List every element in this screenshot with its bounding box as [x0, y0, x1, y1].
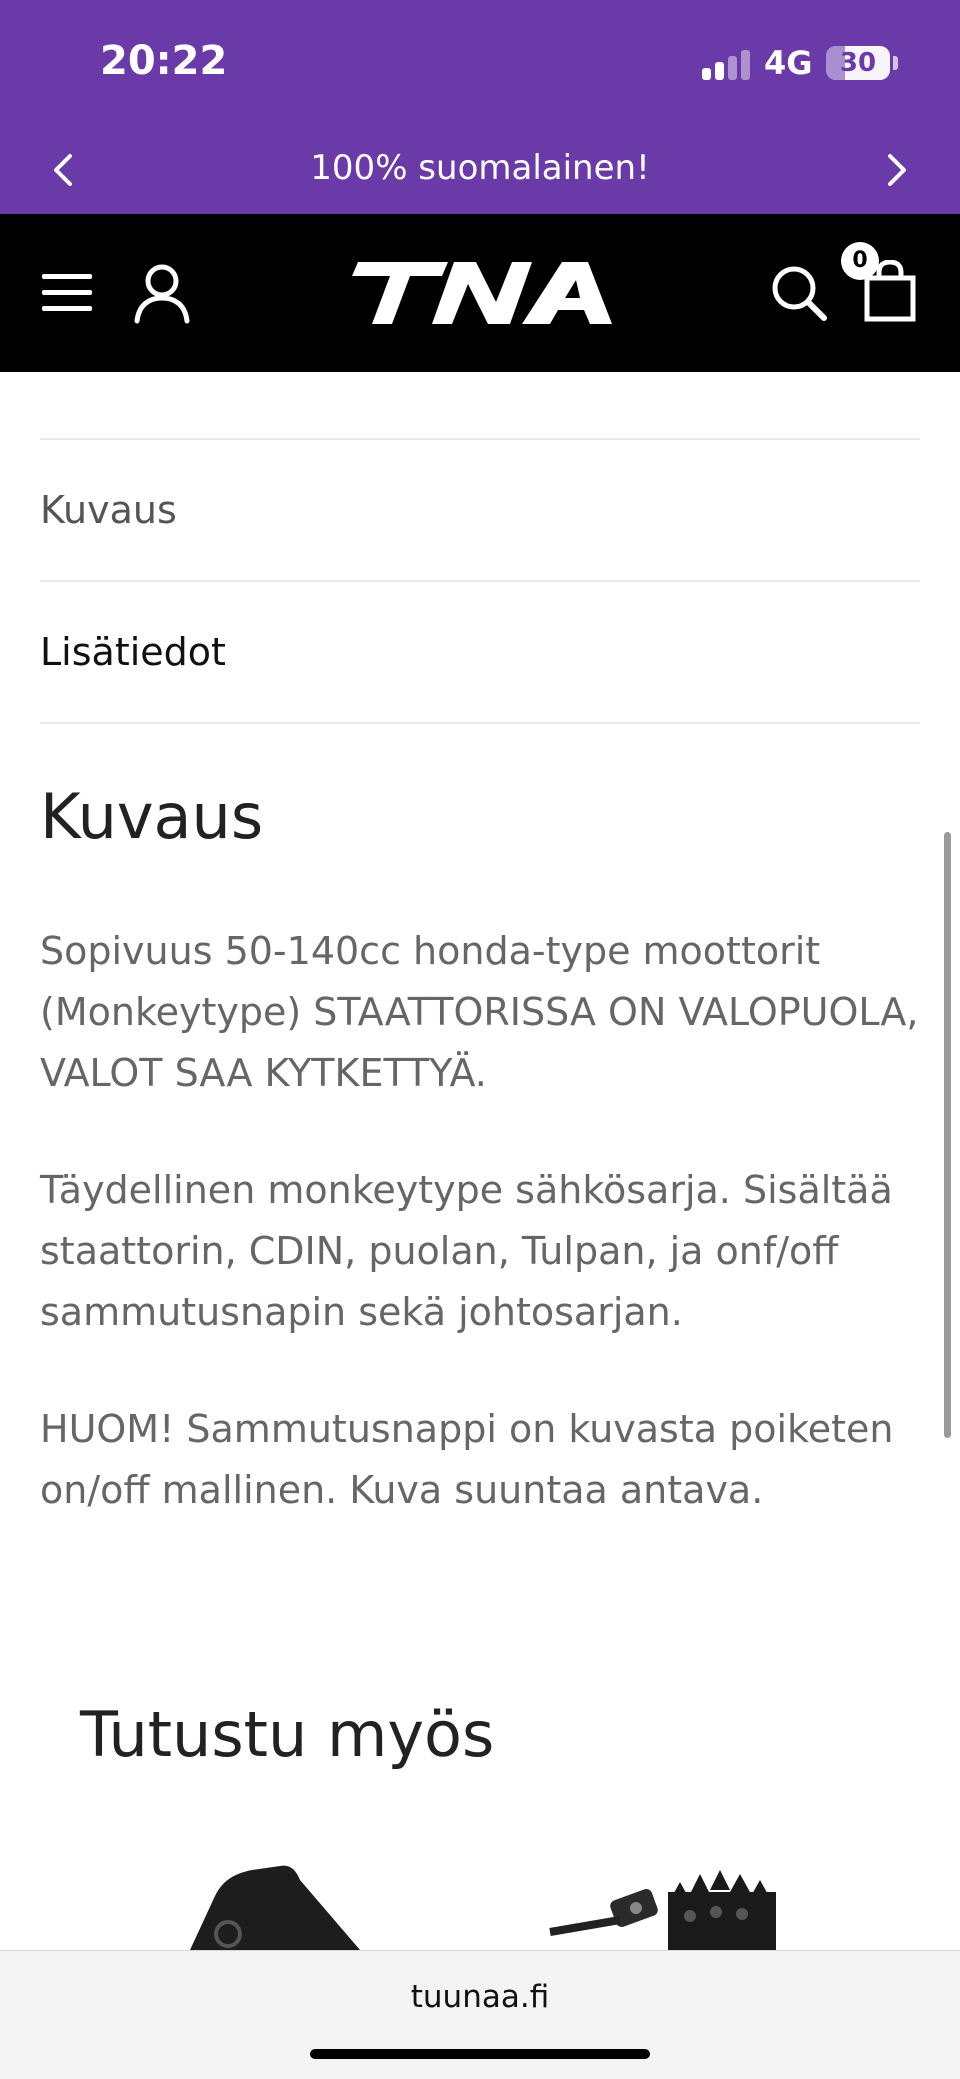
browser-bar: tuunaa.fi [0, 1950, 960, 2079]
related-product-image[interactable] [540, 1860, 800, 1950]
related-product-image[interactable] [160, 1860, 380, 1950]
description-title: Kuvaus [40, 780, 264, 853]
url-field[interactable]: tuunaa.fi [0, 1979, 960, 2015]
promo-text: 100% suomalainen! [310, 148, 650, 188]
scrollbar[interactable] [944, 832, 951, 1438]
tab-lisatiedot[interactable]: Lisätiedot [40, 582, 920, 722]
account-icon[interactable] [132, 262, 192, 324]
description-paragraph: Sopivuus 50-140cc honda-type moottorit (… [40, 929, 919, 1095]
divider [40, 722, 920, 724]
description-paragraph: Täydellinen monkeytype sähkösarja. Sisäl… [40, 1168, 893, 1334]
battery-tip [893, 56, 898, 70]
tna-logo[interactable] [336, 258, 626, 328]
description-paragraph: HUOM! Sammutusnappi on kuvasta poiketen … [40, 1407, 894, 1512]
cart-count-badge[interactable]: 0 [841, 242, 879, 280]
menu-icon[interactable] [42, 272, 94, 314]
battery-icon: 30 [826, 46, 890, 80]
product-details: Kuvaus Lisätiedot Kuvaus Sopivuus 50-140… [40, 372, 920, 1521]
search-icon[interactable] [770, 264, 828, 322]
home-indicator[interactable] [310, 2049, 650, 2059]
promo-bar: 100% suomalainen! [0, 128, 960, 214]
chevron-right-icon[interactable] [876, 150, 916, 190]
signal-icon [702, 48, 754, 80]
battery-percent: 30 [839, 48, 877, 78]
site-header [0, 214, 960, 372]
related-products-title: Tutustu myös [80, 1698, 495, 1771]
tab-kuvaus[interactable]: Kuvaus [40, 440, 920, 580]
status-time: 20:22 [100, 38, 228, 84]
status-bar: 20:22 4G 30 [0, 0, 960, 128]
network-label: 4G [764, 44, 813, 82]
